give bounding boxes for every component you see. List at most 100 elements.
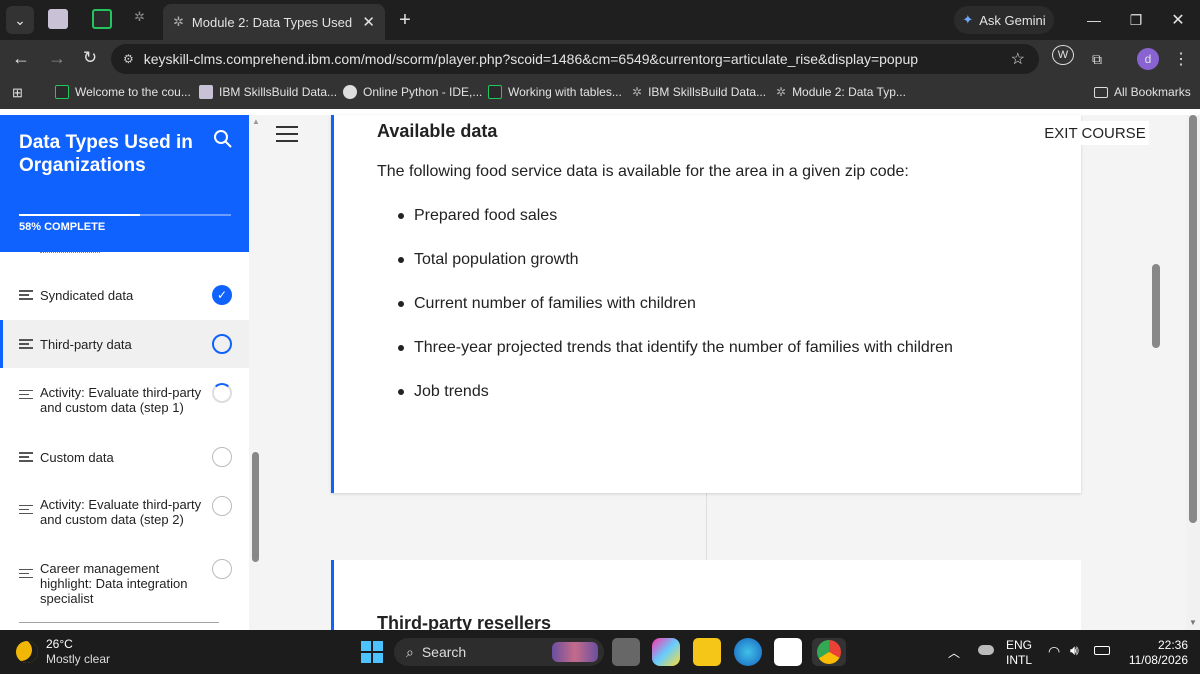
weather-widget[interactable]: 26°C Mostly clear <box>16 636 110 668</box>
tab-search-button[interactable]: ⌄ <box>6 6 34 34</box>
bee-icon: ✲ <box>632 85 643 99</box>
not-started-icon <box>212 496 232 516</box>
bullet-item: Three-year projected trends that identif… <box>394 339 953 357</box>
content-scroll-thumb[interactable] <box>1152 264 1160 348</box>
edge-icon[interactable] <box>734 638 762 666</box>
language-code: ENG <box>1006 638 1033 652</box>
complete-check-icon: ✓ <box>212 285 232 305</box>
address-bar[interactable]: ⚙ keyskill-clms.comprehend.ibm.com/mod/s… <box>111 44 1039 74</box>
not-started-icon <box>212 559 232 579</box>
profile-avatar[interactable]: d <box>1137 48 1159 70</box>
progress-fill <box>19 214 140 216</box>
clock-time: 22:36 <box>1157 638 1188 652</box>
lesson-menu-icon <box>19 566 33 581</box>
lesson-label: Activity: Evaluate third-party and custo… <box>40 497 202 527</box>
page-scroll-thumb[interactable] <box>1189 115 1197 523</box>
lesson-menu-icon <box>19 502 33 517</box>
extensions-puzzle-icon[interactable]: ⧉ <box>1086 45 1108 73</box>
forward-icon[interactable]: → <box>46 44 68 72</box>
bullet-dot <box>398 301 404 307</box>
new-tab-button[interactable]: + <box>393 6 417 34</box>
file-explorer-icon[interactable] <box>693 638 721 666</box>
bookmark-star-icon[interactable]: ☆ <box>1011 49 1025 69</box>
bee-icon: ✲ <box>776 85 787 99</box>
in-progress-icon <box>212 334 232 354</box>
ask-gemini-button[interactable]: ✦ Ask Gemini <box>954 6 1054 34</box>
course-sidebar-header: Data Types Used in Organizations 58% COM… <box>0 115 249 252</box>
minimize-button[interactable]: — <box>1082 6 1106 34</box>
section-heading: Available data <box>377 121 498 141</box>
windows-start-icon[interactable] <box>358 638 386 666</box>
reload-icon[interactable]: ↻ <box>79 44 101 72</box>
pinned-tab-ibm[interactable] <box>48 9 68 29</box>
back-icon[interactable]: ← <box>10 44 32 72</box>
bullet-item: Current number of families with children <box>394 295 696 313</box>
scroll-down-arrow-icon[interactable]: ▼ <box>1189 618 1197 627</box>
active-tab[interactable]: ✲ Module 2: Data Types Used in C ✕ <box>163 4 385 40</box>
lesson-menu-icon <box>19 337 33 352</box>
bee-icon: ✲ <box>173 14 184 29</box>
lesson-label: Syndicated data <box>40 287 134 303</box>
bookmark-item[interactable]: Working with tables... <box>488 85 622 99</box>
bookmark-label: IBM SkillsBuild Data... <box>648 85 767 99</box>
microsoft-store-icon[interactable] <box>774 638 802 666</box>
chrome-icon[interactable] <box>812 638 846 666</box>
pinned-tab-bee-icon[interactable]: ✲ <box>134 9 154 29</box>
next-section-heading: Third-party resellers <box>377 613 552 630</box>
taskbar-search[interactable]: ⌕ Search <box>394 638 604 666</box>
bullet-text: Current number of families with children <box>414 295 696 312</box>
show-hidden-icons[interactable]: ︿ <box>948 644 960 661</box>
bookmark-label: Welcome to the cou... <box>75 85 191 99</box>
lesson-item-activity-step-1[interactable]: Activity: Evaluate third-party and custo… <box>0 378 249 426</box>
lesson-item-custom-data[interactable]: Custom data <box>0 442 249 472</box>
bookmark-item[interactable]: Welcome to the cou... <box>55 85 191 99</box>
keyboard-layout: INTL <box>1006 653 1033 667</box>
lesson-item-syndicated-data[interactable]: Syndicated data ✓ <box>0 280 249 310</box>
menu-more-icon[interactable]: ⋮ <box>1172 45 1190 73</box>
all-bookmarks-button[interactable]: All Bookmarks <box>1094 85 1191 99</box>
bookmark-item[interactable]: IBM SkillsBuild Data... <box>199 85 337 99</box>
lesson-item-third-party-data[interactable]: Third-party data <box>0 320 249 368</box>
bullet-dot <box>398 345 404 351</box>
restore-button[interactable]: ❐ <box>1124 6 1148 34</box>
exit-course-button[interactable]: EXIT COURSE <box>1041 121 1149 145</box>
extension-w-icon[interactable]: W <box>1052 45 1074 65</box>
bullet-dot <box>398 213 404 219</box>
bookmark-item[interactable]: ✲ IBM SkillsBuild Data... <box>632 85 766 99</box>
close-window-button[interactable]: ✕ <box>1166 6 1190 34</box>
lesson-item-career-highlight[interactable]: Career management highlight: Data integr… <box>0 557 249 606</box>
pinned-tab-p[interactable] <box>92 9 112 29</box>
bookmark-item[interactable]: ✲ Module 2: Data Typ... <box>776 85 906 99</box>
search-icon[interactable] <box>213 129 233 149</box>
onedrive-icon[interactable] <box>978 645 994 655</box>
scroll-up-arrow-icon[interactable]: ▲ <box>252 117 260 126</box>
wifi-icon[interactable]: ◠ <box>1048 643 1060 660</box>
battery-icon[interactable] <box>1094 646 1110 655</box>
lesson-label: Career management highlight: Data integr… <box>40 561 188 606</box>
all-bookmarks-label: All Bookmarks <box>1114 85 1191 99</box>
sidebar-scrollbar[interactable]: ▲ <box>249 115 263 630</box>
bookmark-label: Online Python - IDE,... <box>363 85 483 99</box>
browser-title-bar: ⌄ ✲ ✲ Module 2: Data Types Used in C ✕ +… <box>0 0 1200 40</box>
sidebar-scroll-thumb[interactable] <box>252 452 259 562</box>
content-scrollbar[interactable] <box>1152 126 1160 616</box>
progress-bar <box>19 214 231 216</box>
bookmarks-bar: ⊞ Welcome to the cou... IBM SkillsBuild … <box>0 78 1200 109</box>
clock[interactable]: 22:36 11/08/2026 <box>1118 638 1188 668</box>
copilot-icon[interactable] <box>652 638 680 666</box>
lesson-item-activity-step-2[interactable]: Activity: Evaluate third-party and custo… <box>0 493 249 541</box>
hamburger-menu-icon[interactable] <box>276 126 298 142</box>
close-tab-icon[interactable]: ✕ <box>352 13 385 31</box>
profile-initial: d <box>1144 52 1152 66</box>
volume-icon[interactable]: 🔊︎ <box>1070 642 1079 659</box>
language-indicator[interactable]: ENG INTL <box>1006 638 1032 668</box>
bullet-text: Job trends <box>414 383 489 400</box>
site-settings-icon[interactable]: ⚙ <box>123 52 134 66</box>
lesson-menu-icon <box>19 387 33 402</box>
windows-taskbar: 26°C Mostly clear ⌕ Search ︿ ENG INTL ◠ … <box>0 630 1200 674</box>
bookmark-item[interactable]: Online Python - IDE,... <box>343 85 482 99</box>
search-placeholder: Search <box>421 644 467 660</box>
apps-grid-icon[interactable]: ⊞ <box>12 85 23 101</box>
page-scrollbar[interactable]: ▲ ▼ <box>1186 115 1200 630</box>
task-view-icon[interactable] <box>612 638 640 666</box>
